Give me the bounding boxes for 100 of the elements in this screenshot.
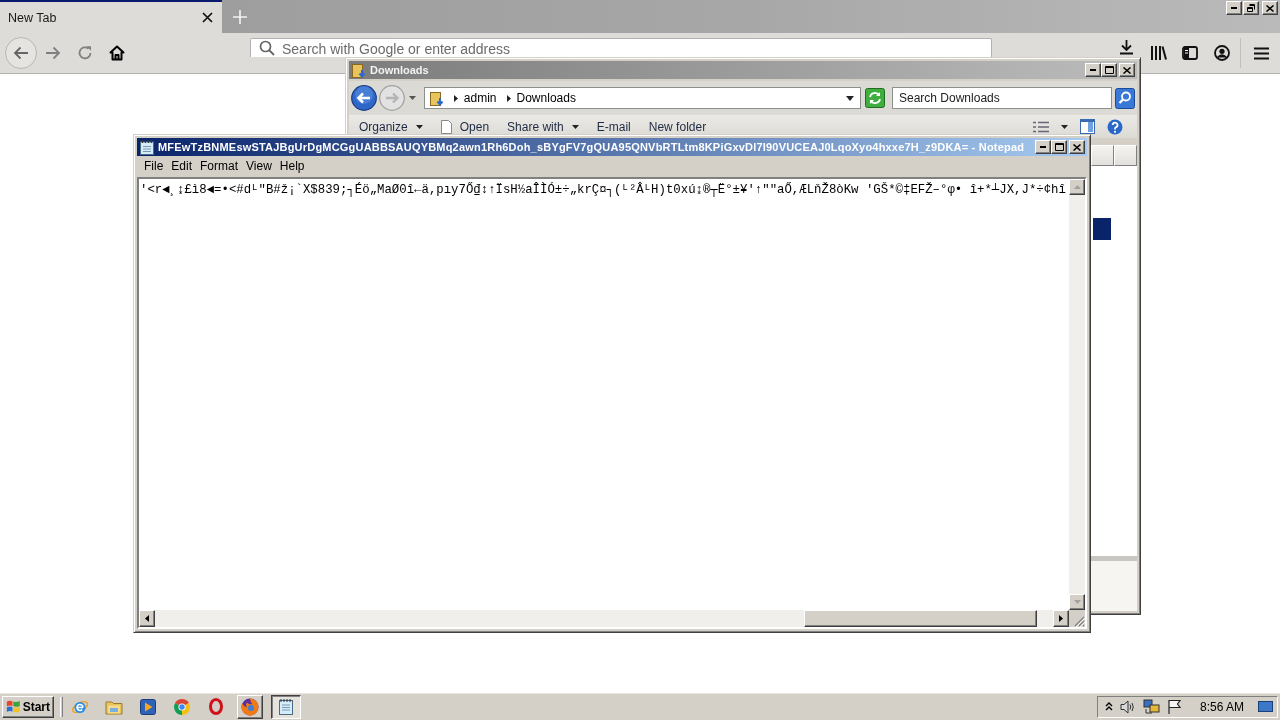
clock[interactable]: 8:56 AM [1199,699,1244,714]
chevron-up-icon [1104,702,1113,711]
refresh-button[interactable] [865,88,885,108]
toolbar-button[interactable]: Open [438,116,496,137]
search-icon [259,40,275,56]
network-icon [1142,698,1160,715]
restore-icon [1247,4,1255,12]
caret-icon [571,124,579,129]
action-center-button[interactable] [1165,699,1183,714]
windows-flag-icon [6,699,21,714]
down-arrow-icon [1073,600,1081,604]
refresh-icon [865,88,885,108]
menu-item[interactable]: Edit [168,159,198,173]
o-ring-icon [209,698,223,715]
minimize-button[interactable] [1085,63,1101,77]
close-button[interactable] [1119,63,1135,77]
notepad-icon [140,139,154,155]
preview-pane-icon [1080,119,1095,134]
caret-icon [415,124,423,129]
start-button[interactable]: Start [2,695,54,718]
row-highlight [1093,218,1111,240]
back-button[interactable] [5,37,37,69]
menu-item[interactable]: View [243,159,277,173]
window-title: MFEwTzBNMEswSTAJBgUrDgMCGgUABBSAUQYBMq2awn1Rh6Doh_sBYgFV7gQUA95QNVbRTLtm8KPiGxvDl7I90VUCEAJ0LqoXyo4hxxe7H_z9DKA= - Notepad [158,141,1026,153]
caret-icon [409,96,417,100]
forward-arrow-icon [45,46,61,60]
back-arrow-icon [13,46,29,60]
minimize-icon [1090,69,1096,71]
show-desktop-button[interactable] [1257,701,1274,712]
wheel-logo-icon [174,698,190,715]
search-button[interactable] [1115,87,1135,109]
taskbar-button[interactable] [271,694,301,719]
close-button[interactable] [1069,140,1085,154]
maximize-button[interactable] [1051,140,1067,154]
volume-button[interactable] [1118,699,1137,714]
scroll-right-button[interactable] [1053,610,1069,627]
help-button[interactable] [1107,118,1123,135]
recent-pages-button[interactable] [407,96,419,100]
column-header[interactable] [1091,145,1114,166]
minimize-icon [1040,146,1046,148]
close-icon [1073,143,1081,151]
menu-item[interactable]: File [141,159,169,173]
breadcrumb-item[interactable]: admin [463,91,497,105]
document-icon [440,119,452,134]
download-arrow-icon [1118,39,1134,55]
caret-icon [1061,124,1068,129]
address-field[interactable]: Search with Google or enter address [250,38,992,57]
reload-icon [77,45,93,61]
preview-pane-button[interactable] [1080,119,1095,134]
toolbar-button[interactable]: Share with [505,116,585,137]
column-header[interactable] [1114,145,1137,166]
desktop-icon [1258,701,1273,712]
window-title: Downloads [370,64,430,76]
menu-item[interactable]: Help [276,159,310,173]
breadcrumb-item[interactable]: Downloads [516,91,576,105]
account-icon [1214,45,1230,61]
home-icon [109,45,125,61]
right-arrow-icon [1059,615,1063,622]
caret-icon [453,94,458,102]
minimize-button[interactable] [1226,1,1242,15]
toolbar-button[interactable]: E-mail [594,116,637,137]
minimize-icon [1231,7,1237,9]
show-hidden-icons-button[interactable] [1103,702,1114,711]
scroll-down-button[interactable] [1069,594,1085,610]
caret-icon [506,94,511,102]
search-field[interactable]: Search Downloads [892,87,1112,109]
restore-button[interactable] [1243,1,1259,15]
left-arrow-icon [145,615,149,622]
horizontal-scrollbar[interactable] [139,610,1069,627]
network-button[interactable] [1141,698,1161,715]
up-arrow-icon [1073,185,1081,189]
toolbar-button[interactable]: Organize [357,116,429,137]
address-bar[interactable]: admin Downloads [423,87,861,109]
scroll-left-button[interactable] [139,610,155,627]
change-view-button[interactable] [1033,120,1049,133]
close-icon [1123,66,1131,74]
fox-globe-icon [241,697,259,716]
speaker-icon [1119,699,1136,714]
view-options-button[interactable] [1061,124,1068,129]
minimize-button[interactable] [1035,140,1051,154]
maximize-icon [1104,66,1114,74]
close-icon [201,12,213,23]
scroll-up-button[interactable] [1069,179,1085,195]
back-button[interactable] [351,85,377,111]
sidebar-icon [1182,46,1198,60]
maximize-icon [1054,143,1064,151]
document-text: '<r◄¸↨£ì8◄=•<#dᴸ"B#ž¡`X$839;┐Éö„MaØ0î←ä,pıy7Ő₫↕↑ÏsH½aÎÌÓ±÷„krÇ¤┐(ᴸ²ÂᴸH)t0xú↨®┬Ë°±¥'↑""aŐ,ÆLňŽ8òKw 'GŠ*©‡EFŽ–°φ• î+*┴JX,J*÷¢hî [140,183,1066,198]
notepad-icon [278,698,294,715]
close-icon [1266,4,1274,12]
play-icon [140,698,156,715]
vertical-scrollbar[interactable] [1069,179,1085,610]
browser-tab[interactable]: New Tab [0,0,222,33]
maximize-button[interactable] [1101,63,1117,77]
flag-icon [1166,699,1182,714]
scroll-thumb[interactable] [804,610,1037,627]
close-button[interactable] [1262,1,1278,15]
toolbar-button[interactable]: New folder [646,116,713,137]
folder-icon [105,698,123,715]
menu-item[interactable]: Format [197,159,244,173]
list-view-icon [1033,120,1049,133]
